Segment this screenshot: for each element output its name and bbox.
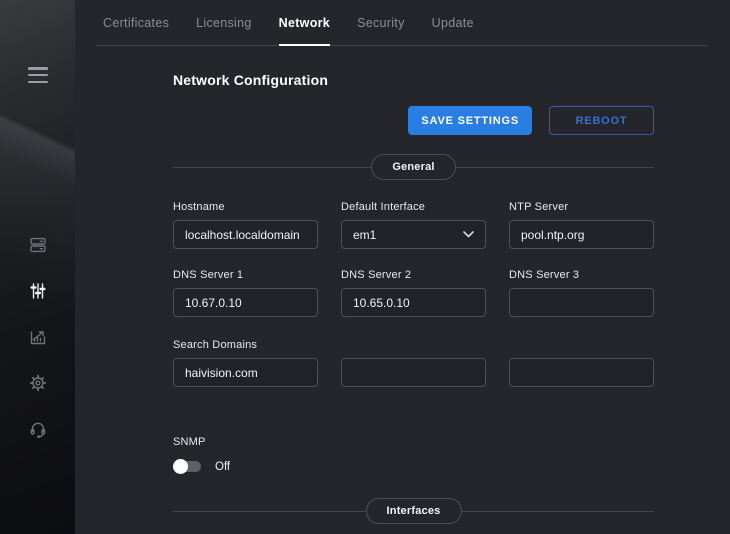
snmp-label: SNMP [173, 436, 654, 448]
divider-line [173, 167, 371, 168]
action-buttons: SAVE SETTINGS REBOOT [173, 106, 654, 135]
headset-icon [28, 419, 48, 439]
reboot-button[interactable]: REBOOT [549, 106, 654, 135]
search-domains-extra1-group [341, 358, 486, 387]
form-row-2: DNS Server 1 DNS Server 2 DNS Server 3 [173, 269, 654, 317]
search-domains-label: Search Domains [173, 339, 318, 351]
search-domains-extra2-group [509, 358, 654, 387]
chevron-down-icon [463, 231, 474, 238]
gear-icon [28, 373, 48, 393]
toggle-knob [173, 459, 188, 474]
sidebar-nav [0, 222, 75, 452]
network-config-panel: Network Configuration SAVE SETTINGS REBO… [173, 46, 654, 524]
servers-icon [28, 235, 48, 255]
sliders-icon [28, 281, 48, 301]
ntp-server-input[interactable] [509, 220, 654, 249]
form-row-3: Search Domains [173, 339, 654, 387]
dns1-field-group: DNS Server 1 [173, 269, 318, 317]
chart-icon [28, 327, 48, 347]
sidebar-item-reports[interactable] [0, 314, 75, 360]
save-settings-button[interactable]: SAVE SETTINGS [408, 106, 532, 135]
ntp-server-label: NTP Server [509, 201, 654, 213]
main-panel: Certificates Licensing Network Security … [75, 0, 730, 534]
sidebar-item-settings[interactable] [0, 268, 75, 314]
dns2-field-group: DNS Server 2 [341, 269, 486, 317]
dns1-input[interactable] [173, 288, 318, 317]
interfaces-section-divider: Interfaces [173, 498, 654, 524]
default-interface-select[interactable]: em1 [341, 220, 486, 249]
hostname-label: Hostname [173, 201, 318, 213]
page-title: Network Configuration [173, 72, 654, 88]
tab-bar: Certificates Licensing Network Security … [75, 0, 730, 46]
search-domains-input[interactable] [173, 358, 318, 387]
tab-network[interactable]: Network [279, 0, 330, 46]
sidebar [0, 0, 75, 534]
app-window: Certificates Licensing Network Security … [0, 0, 730, 534]
search-domains-field-group: Search Domains [173, 339, 318, 387]
search-domains-input-3[interactable] [509, 358, 654, 387]
snmp-toggle[interactable] [173, 459, 201, 474]
tab-licensing[interactable]: Licensing [196, 0, 252, 46]
interfaces-section-pill: Interfaces [366, 498, 462, 524]
hostname-input[interactable] [173, 220, 318, 249]
default-interface-field-group: Default Interface em1 [341, 201, 486, 249]
search-domains-input-2[interactable] [341, 358, 486, 387]
divider-line [462, 511, 655, 512]
snmp-toggle-row: Off [173, 459, 654, 474]
sidebar-item-system[interactable] [0, 360, 75, 406]
tab-update[interactable]: Update [432, 0, 474, 46]
dns3-field-group: DNS Server 3 [509, 269, 654, 317]
divider-line [173, 511, 366, 512]
sidebar-item-servers[interactable] [0, 222, 75, 268]
divider-line [456, 167, 654, 168]
dns3-label: DNS Server 3 [509, 269, 654, 281]
dns2-label: DNS Server 2 [341, 269, 486, 281]
form-row-1: Hostname Default Interface em1 NTP Serve… [173, 201, 654, 249]
tab-security[interactable]: Security [357, 0, 405, 46]
dns3-input[interactable] [509, 288, 654, 317]
general-section-divider: General [173, 154, 654, 180]
default-interface-value: em1 [353, 228, 376, 242]
ntp-server-field-group: NTP Server [509, 201, 654, 249]
menu-icon[interactable] [28, 67, 48, 83]
dns1-label: DNS Server 1 [173, 269, 318, 281]
sidebar-item-support[interactable] [0, 406, 75, 452]
dns2-input[interactable] [341, 288, 486, 317]
default-interface-label: Default Interface [341, 201, 486, 213]
hostname-field-group: Hostname [173, 201, 318, 249]
general-section-pill: General [371, 154, 455, 180]
snmp-state-text: Off [215, 461, 230, 473]
tab-certificates[interactable]: Certificates [103, 0, 169, 46]
